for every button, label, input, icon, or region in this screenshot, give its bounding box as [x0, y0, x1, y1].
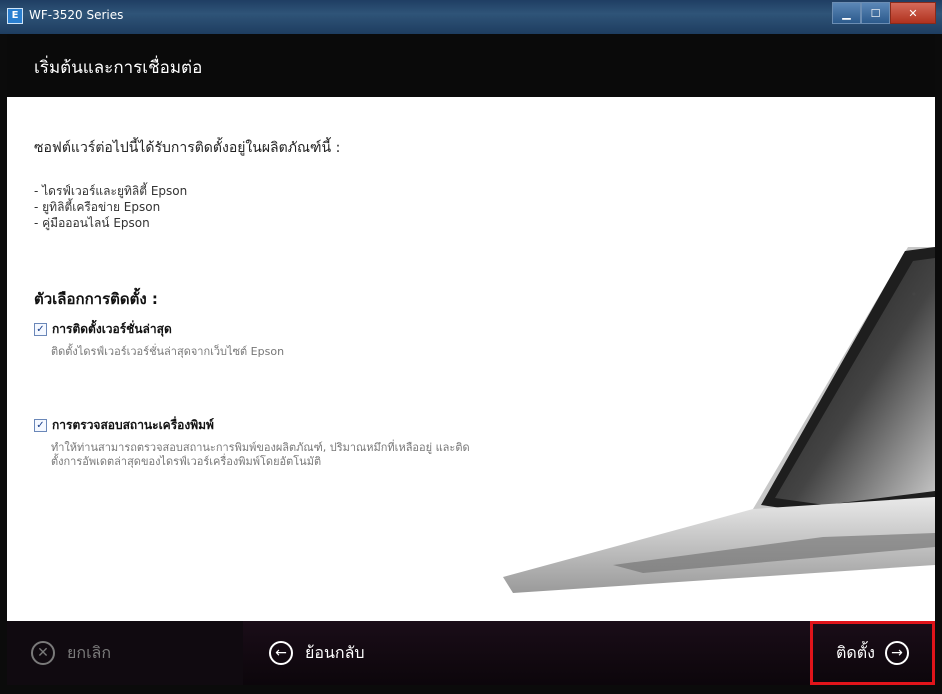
close-icon: ✕: [908, 6, 918, 20]
options-title: ตัวเลือกการติดตั้ง :: [34, 290, 158, 308]
minimize-icon: ▁: [842, 6, 851, 20]
option-description: ทำให้ท่านสามารถตรวจสอบสถานะการพิมพ์ของผล…: [51, 441, 470, 468]
cancel-label: ยกเลิก: [67, 642, 112, 662]
option-description: ติดตั้งไดรฟ์เวอร์เวอร์ชั่นล่าสุดจากเว็บไ…: [51, 345, 285, 358]
option-label[interactable]: การติดตั้งเวอร์ชั่นล่าสุด: [52, 322, 172, 336]
footer-bar: ✕ ยกเลิก ← ย้อนกลับ ติดตั้ง →: [7, 621, 935, 685]
install-button[interactable]: ติดตั้ง →: [810, 621, 935, 685]
list-item: - คู่มือออนไลน์ Epson: [34, 216, 150, 230]
app-icon: E: [7, 8, 23, 24]
latest-version-checkbox[interactable]: ✓: [34, 323, 47, 336]
list-item: - ไดรฟ์เวอร์และยูทิลิตี้ Epson: [34, 184, 188, 198]
arrow-left-icon: ←: [269, 641, 293, 665]
list-item: - ยูทิลิตี้เครือข่าย Epson: [34, 200, 161, 214]
window-title: WF-3520 Series: [29, 8, 124, 22]
option-printer-status: ✓ การตรวจสอบสถานะเครื่องพิมพ์ ทำให้ท่านสา…: [34, 415, 471, 469]
installer-window: E WF-3520 Series ▁ ☐ ✕ เริ่มต้นและการเชื…: [0, 0, 942, 694]
cancel-button[interactable]: ✕ ยกเลิก: [7, 621, 243, 685]
maximize-icon: ☐: [870, 6, 881, 20]
maximize-button[interactable]: ☐: [861, 2, 890, 24]
title-bar[interactable]: E WF-3520 Series ▁ ☐ ✕: [0, 0, 942, 34]
back-label: ย้อนกลับ: [305, 642, 365, 662]
page-header: เริ่มต้นและการเชื่อมต่อ: [7, 34, 935, 97]
software-intro: ซอฟต์แวร์ต่อไปนี้ได้รับการติดตั้งอยู่ในผ…: [34, 140, 341, 156]
page-title: เริ่มต้นและการเชื่อมต่อ: [34, 58, 203, 78]
minimize-button[interactable]: ▁: [832, 2, 861, 24]
cancel-x-icon: ✕: [31, 641, 55, 665]
arrow-right-icon: →: [884, 641, 909, 665]
close-button[interactable]: ✕: [890, 2, 936, 24]
option-label[interactable]: การตรวจสอบสถานะเครื่องพิมพ์: [52, 418, 214, 432]
laptop-image: [503, 247, 935, 593]
option-latest-version: ✓ การติดตั้งเวอร์ชั่นล่าสุด ติดตั้งไดรฟ์เ…: [34, 319, 471, 359]
install-label: ติดตั้ง: [836, 642, 875, 662]
software-list: - ไดรฟ์เวอร์และยูทิลิตี้ Epson - ยูทิลิต…: [34, 183, 187, 231]
back-button[interactable]: ← ย้อนกลับ: [255, 621, 365, 685]
content-panel: ซอฟต์แวร์ต่อไปนี้ได้รับการติดตั้งอยู่ในผ…: [7, 97, 935, 621]
printer-status-checkbox[interactable]: ✓: [34, 419, 47, 432]
